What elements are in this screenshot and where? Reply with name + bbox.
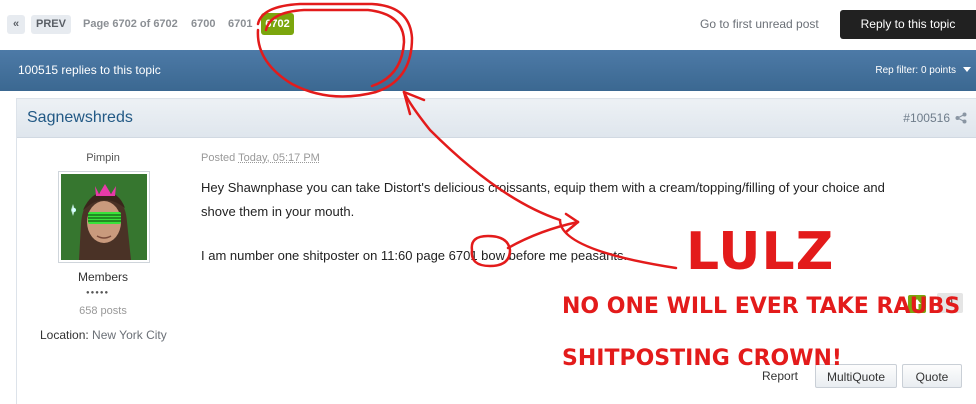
annotation-lulz: LULZ (686, 222, 835, 282)
first-unread-link[interactable]: Go to first unread post (700, 17, 819, 31)
page-link-6700[interactable]: 6700 (191, 15, 215, 34)
posted-time[interactable]: Today, 05:17 PM (238, 152, 320, 164)
report-link[interactable]: Report (762, 369, 798, 383)
posts-count: 658 posts (79, 305, 127, 317)
post-number-link[interactable]: #100516 (903, 99, 950, 137)
page-current: 6702 (261, 13, 294, 35)
location-value: New York City (92, 328, 167, 342)
rep-filter-dropdown[interactable]: Rep filter: 0 points (875, 50, 956, 91)
annotation-line2: SHITPOSTING CROWN! (562, 346, 842, 371)
page-info: Page 6702 of 6702 (83, 18, 178, 30)
reply-button[interactable]: Reply to this topic (840, 10, 976, 39)
rank-pips: ●●●●● (86, 290, 110, 296)
post-body-line: I am number one shitposter on 11:60 page… (201, 248, 628, 263)
chevron-down-icon[interactable] (963, 67, 971, 72)
page-link-6701[interactable]: 6701 (228, 15, 252, 34)
avatar-image (61, 174, 147, 260)
first-page-button[interactable]: « (7, 15, 25, 34)
member-group: Members (77, 270, 128, 284)
topic-bar: 100515 replies to this topic Rep filter:… (0, 50, 976, 91)
post-body-line: Hey Shawnphase you can take Distort's de… (201, 180, 885, 195)
avatar[interactable] (58, 171, 150, 263)
prev-page-button[interactable]: PREV (31, 15, 71, 34)
post-header: Sagnewshreds #100516 (17, 99, 976, 138)
post-body-line: shove them in your mouth. (201, 204, 355, 219)
posted-date: Posted Today, 05:17 PM (201, 152, 320, 164)
posted-label: Posted (201, 152, 239, 164)
annotation-line1: NO ONE WILL EVER TAKE RAUBS (562, 294, 961, 319)
share-icon[interactable] (955, 112, 967, 124)
replies-count: 100515 replies to this topic (18, 63, 161, 77)
location-label: Location: (40, 328, 93, 342)
member-location: Location: New York City (40, 328, 167, 342)
quote-button[interactable]: Quote (902, 364, 962, 388)
member-rank: Pimpin (86, 152, 120, 164)
author-name-link[interactable]: Sagnewshreds (27, 99, 133, 137)
